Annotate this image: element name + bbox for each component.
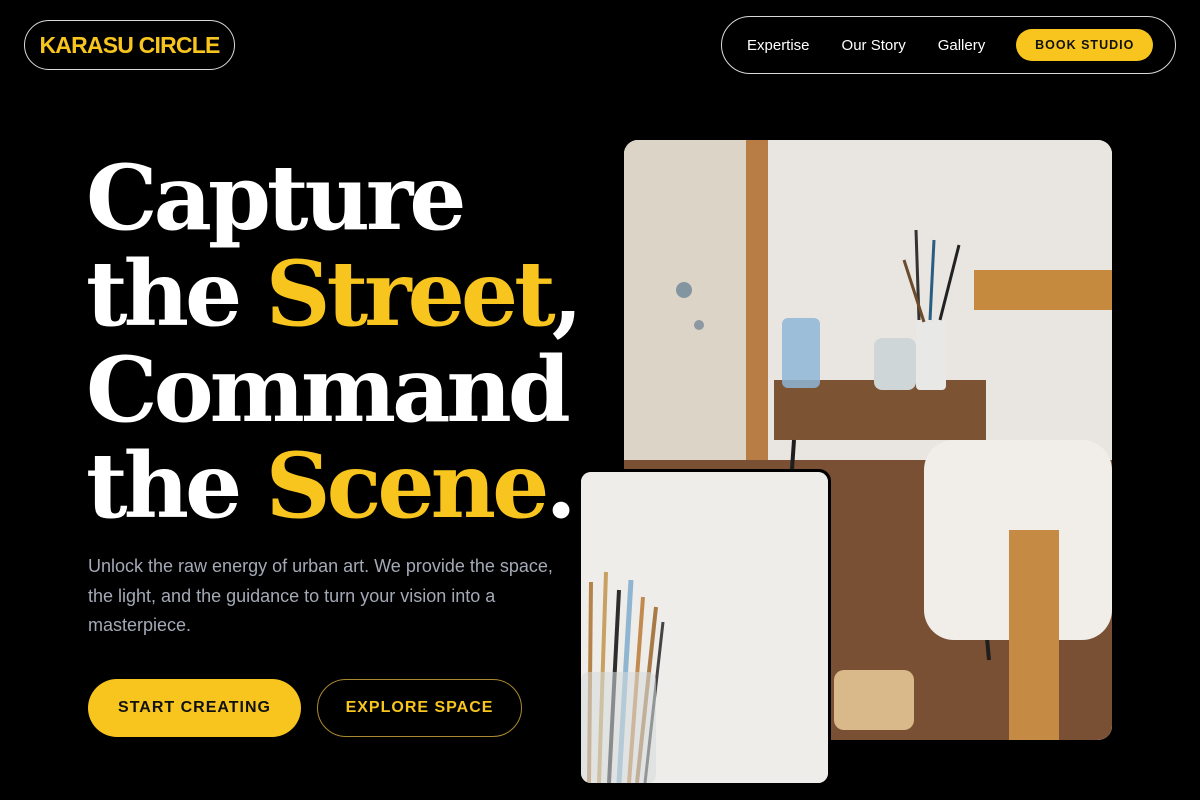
headline-highlight-street: Street xyxy=(265,241,556,347)
nav-link-gallery[interactable]: Gallery xyxy=(938,37,986,54)
main-nav: Expertise Our Story Gallery BOOK STUDIO xyxy=(721,16,1176,74)
brand-logo[interactable]: KARASU CIRCLE xyxy=(24,20,235,70)
hero-description: Unlock the raw energy of urban art. We p… xyxy=(88,556,553,635)
explore-space-button[interactable]: EXPLORE SPACE xyxy=(317,679,522,737)
nav-link-expertise[interactable]: Expertise xyxy=(747,37,810,54)
headline-line-2-post: , xyxy=(551,241,583,347)
headline-line-1: Capture xyxy=(86,145,467,251)
headline-highlight-scene: Scene xyxy=(265,433,550,539)
hero-headline: Capture the Street, Command the Scene. xyxy=(86,150,606,534)
headline-line-4-pre: the xyxy=(86,433,266,539)
start-creating-button[interactable]: START CREATING xyxy=(88,679,301,737)
nav-link-our-story[interactable]: Our Story xyxy=(842,37,906,54)
brand-name: KARASU CIRCLE xyxy=(39,31,221,58)
book-studio-button[interactable]: BOOK STUDIO xyxy=(1016,29,1154,61)
headline-line-2-pre: the xyxy=(86,241,266,347)
headline-line-3: Command xyxy=(86,337,571,443)
headline-line-4-post: . xyxy=(545,433,576,539)
paintbrushes-jar-photo xyxy=(578,469,831,786)
